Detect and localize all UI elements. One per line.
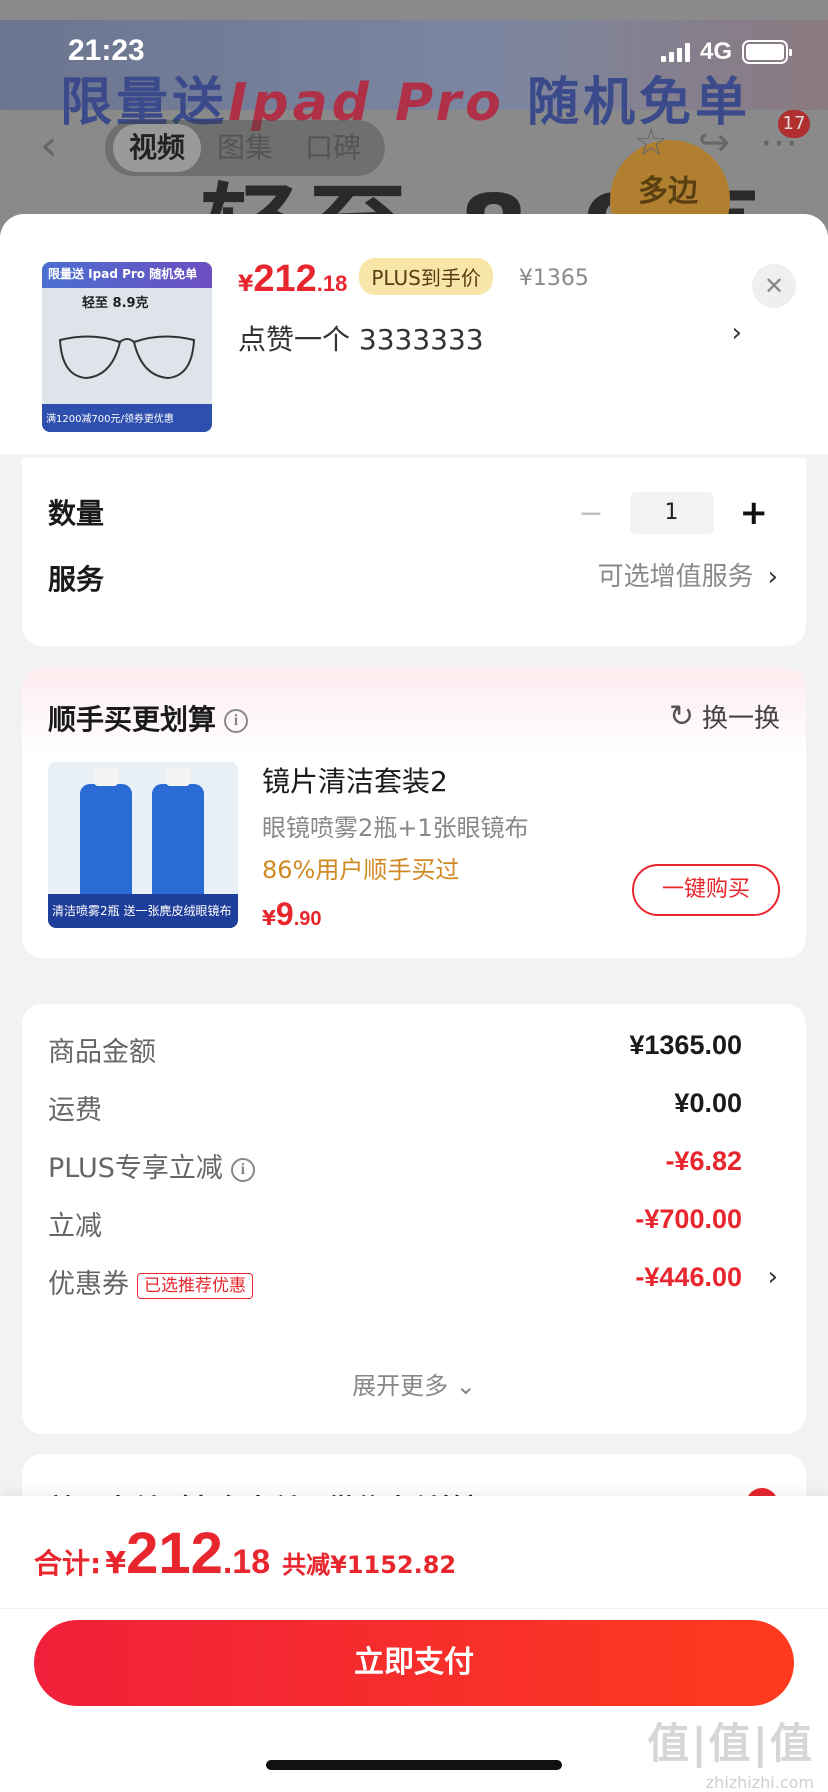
home-indicator[interactable] [266, 1760, 562, 1770]
service-selector[interactable]: 可选增值服务 › [598, 556, 778, 593]
divider [0, 1608, 828, 1609]
nav-icons: ☆ ↪ ⋯ [634, 120, 798, 164]
product-thumbnail: 限量送 Ipad Pro 随机免单 轻至 8.9克 满1200减700元/领券更… [42, 262, 212, 432]
coupon-row[interactable]: 优惠券 已选推荐优惠 -¥446.00 › [48, 1262, 778, 1302]
signal-icon [660, 42, 690, 62]
spray-bottle-image [80, 768, 132, 904]
recommend-item-price: ¥ 9 .90 [262, 896, 322, 932]
product-price: ¥ 212 .18 PLUS到手价 ¥1365 [238, 258, 589, 300]
chevron-right-icon: › [767, 562, 778, 592]
back-icon[interactable]: ‹ [40, 120, 58, 171]
tab-gallery[interactable]: 图集 [201, 124, 289, 172]
refresh-icon: ↻ [668, 699, 694, 734]
info-icon[interactable]: i [224, 709, 249, 733]
total-price: 合计: ¥ 212 .18 共减¥1152.82 [34, 1521, 457, 1586]
one-click-buy-button[interactable]: 一键购买 [632, 864, 780, 916]
chevron-right-icon[interactable]: › [732, 318, 742, 348]
thumb-weight-text: 轻至 8.9克 [82, 296, 149, 311]
chevron-right-icon: › [767, 1262, 778, 1292]
product-header: 限量送 Ipad Pro 随机免单 轻至 8.9克 满1200减700元/领券更… [0, 214, 828, 454]
original-price: ¥1365 [518, 266, 589, 291]
status-indicators: 4G [660, 38, 792, 66]
media-tabs: 视频 图集 口碑 [105, 120, 386, 176]
watermark-logo: 值|值|值 zhizhizhi.com [647, 1719, 814, 1792]
info-icon[interactable]: i [230, 1157, 255, 1182]
quantity-label: 数量 [48, 497, 105, 530]
recommend-item-subtitle: 眼镜喷雾2瓶+1张眼镜布 [262, 814, 529, 842]
recommend-title: 顺手买更划算 i [48, 698, 249, 738]
swap-button[interactable]: ↻ 换一换 [669, 698, 780, 735]
recommend-item-title[interactable]: 镜片清洁套装2 [262, 760, 448, 800]
network-label: 4G [699, 38, 732, 65]
summary-row: 运费 ¥0.00 [48, 1088, 742, 1126]
background-nav: ‹ 视频 图集 口碑 ☆ ↪ ⋯ 17 [0, 110, 828, 180]
close-button[interactable]: ✕ [752, 264, 796, 308]
battery-icon [742, 40, 792, 64]
spray-bottle-image [152, 768, 204, 904]
tab-video[interactable]: 视频 [113, 124, 202, 172]
checkout-bar: 合计: ¥ 212 .18 共减¥1152.82 立即支付 值|值|值 zhiz… [0, 1496, 828, 1792]
increment-button[interactable]: + [740, 493, 769, 533]
price-summary-card: 商品金额 ¥1365.00 运费 ¥0.00 PLUS专享立减 i -¥6.82 … [22, 1004, 806, 1434]
decrement-button[interactable]: − [578, 496, 603, 531]
total-saved: 共减¥1152.82 [282, 1551, 457, 1579]
recommend-item-image[interactable]: 清洁喷雾2瓶 送一张麂皮绒眼镜布 [48, 762, 238, 928]
service-label: 服务 [48, 563, 105, 596]
cart-count-badge: 17 [778, 110, 810, 138]
star-icon[interactable]: ☆ [634, 120, 668, 164]
quantity-stepper: − 1 + [578, 492, 768, 534]
share-icon[interactable]: ↪ [698, 120, 730, 164]
summary-row: PLUS专享立减 i -¥6.82 [48, 1146, 742, 1184]
summary-row: 商品金额 ¥1365.00 [48, 1030, 742, 1068]
recommend-item-rate: 86%用户顺手买过 [262, 856, 460, 884]
status-bar: 21:23 4G [0, 0, 828, 100]
plus-price-tag: PLUS到手价 [359, 258, 493, 295]
quantity-input[interactable]: 1 [629, 492, 714, 534]
options-card: 数量 − 1 + 服务 可选增值服务 › [22, 458, 806, 646]
coupon-tag: 已选推荐优惠 [137, 1272, 253, 1299]
recommend-card: 顺手买更划算 i ↻ 换一换 清洁喷雾2瓶 送一张麂皮绒眼镜布 镜片清洁套装2 眼… [22, 668, 806, 958]
selected-spec[interactable]: 点赞一个 3333333 [238, 318, 484, 358]
status-time: 21:23 [68, 34, 145, 67]
pay-now-button[interactable]: 立即支付 [34, 1620, 794, 1706]
tab-reviews[interactable]: 口碑 [289, 124, 377, 172]
glasses-image [58, 335, 196, 380]
expand-more-button[interactable]: 展开更多 ⌄ [22, 1366, 806, 1401]
summary-row: 立减 -¥700.00 [48, 1204, 742, 1242]
